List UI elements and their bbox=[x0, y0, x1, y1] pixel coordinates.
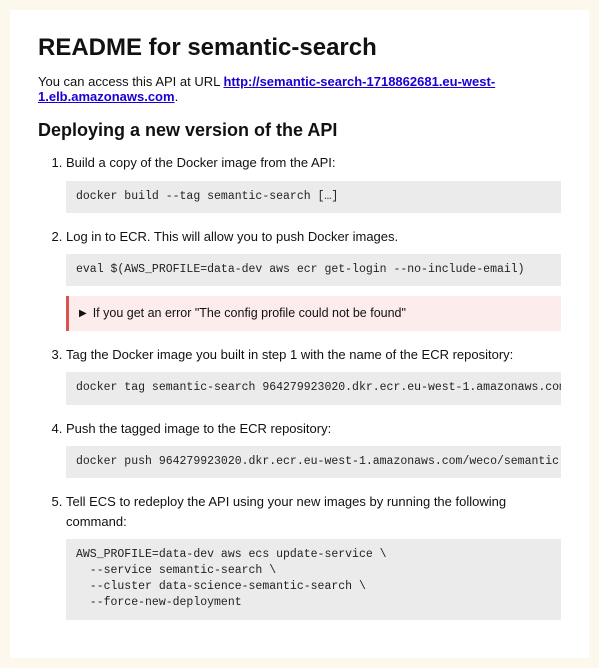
intro-paragraph: You can access this API at URL http://se… bbox=[38, 74, 561, 104]
code-block: eval $(AWS_PROFILE=data-dev aws ecr get-… bbox=[66, 254, 561, 286]
disclosure-triangle-icon: ▶ bbox=[79, 306, 87, 321]
list-item: Tag the Docker image you built in step 1… bbox=[66, 345, 561, 405]
error-note[interactable]: ▶ If you get an error "The config profil… bbox=[66, 296, 561, 331]
list-item: Build a copy of the Docker image from th… bbox=[66, 153, 561, 213]
step-text: Tag the Docker image you built in step 1… bbox=[66, 345, 561, 365]
code-block: docker push 964279923020.dkr.ecr.eu-west… bbox=[66, 446, 561, 478]
step-text: Log in to ECR. This will allow you to pu… bbox=[66, 227, 561, 247]
error-note-text: If you get an error "The config profile … bbox=[93, 304, 406, 323]
list-item: Push the tagged image to the ECR reposit… bbox=[66, 419, 561, 479]
section-heading-deploying: Deploying a new version of the API bbox=[38, 120, 561, 141]
code-block: AWS_PROFILE=data-dev aws ecs update-serv… bbox=[66, 539, 561, 619]
deploy-steps-list: Build a copy of the Docker image from th… bbox=[38, 153, 561, 620]
list-item: Tell ECS to redeploy the API using your … bbox=[66, 492, 561, 619]
list-item: Log in to ECR. This will allow you to pu… bbox=[66, 227, 561, 331]
error-note-summary[interactable]: ▶ If you get an error "The config profil… bbox=[79, 304, 551, 323]
readme-card: README for semantic-search You can acces… bbox=[10, 10, 589, 658]
page-title: README for semantic-search bbox=[38, 34, 561, 62]
step-text: Tell ECS to redeploy the API using your … bbox=[66, 492, 561, 531]
step-text: Build a copy of the Docker image from th… bbox=[66, 153, 561, 173]
code-block: docker tag semantic-search 964279923020.… bbox=[66, 372, 561, 404]
code-block: docker build --tag semantic-search […] bbox=[66, 181, 561, 213]
intro-prefix: You can access this API at URL bbox=[38, 74, 223, 89]
intro-suffix: . bbox=[175, 89, 179, 104]
step-text: Push the tagged image to the ECR reposit… bbox=[66, 419, 561, 439]
